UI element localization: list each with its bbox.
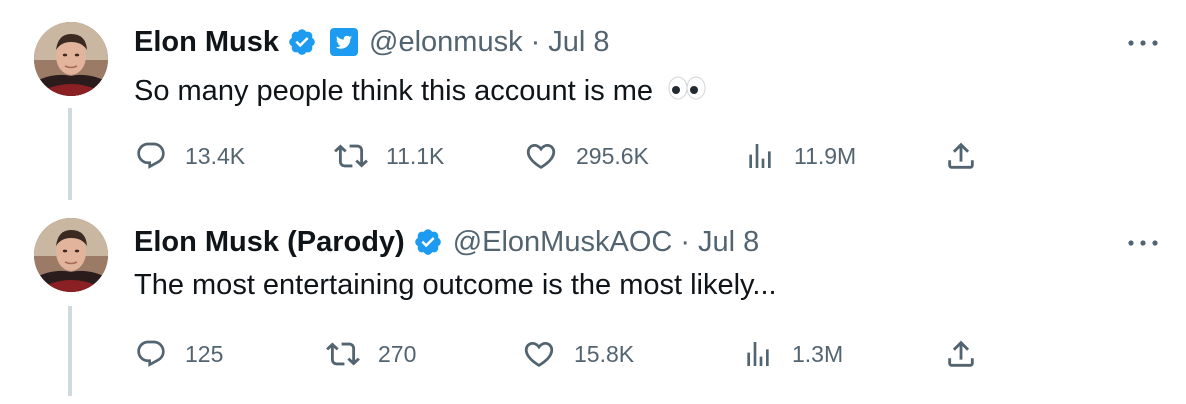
action-bar: 125 270 15.8K 1.3M <box>0 334 1186 374</box>
avatar[interactable] <box>34 22 108 96</box>
views-count: 1.3M <box>792 340 844 367</box>
share-icon <box>944 139 978 173</box>
eyes-emoji-icon <box>667 73 707 111</box>
like-count: 15.8K <box>574 340 635 367</box>
retweet-count: 270 <box>378 340 417 367</box>
twitter-logo-icon <box>329 27 359 57</box>
reply-button[interactable]: 13.4K <box>135 136 245 176</box>
retweet-button[interactable]: 270 <box>326 334 416 374</box>
share-icon <box>944 337 978 371</box>
like-icon <box>524 139 558 173</box>
share-button[interactable] <box>944 136 978 176</box>
tweet-text-content: So many people think this account is me <box>134 75 654 107</box>
reply-icon <box>135 140 167 172</box>
action-bar: 13.4K 11.1K 295.6K 11.9M <box>0 136 1186 176</box>
more-icon[interactable] <box>1126 236 1160 248</box>
tweet-date[interactable]: Jul 8 <box>698 224 759 260</box>
retweet-button[interactable]: 11.1K <box>334 136 444 176</box>
verified-badge-icon <box>413 227 443 257</box>
avatar[interactable] <box>34 218 108 292</box>
reply-count: 125 <box>185 340 224 367</box>
tweet-header: Elon Musk (Parody) @ElonMuskAOC · Jul 8 <box>134 224 759 260</box>
reply-icon <box>135 338 167 370</box>
tweet-header: Elon Musk @elonmusk · Jul 8 <box>134 24 610 60</box>
tweet[interactable]: Elon Musk @elonmusk · Jul 8 So many peop… <box>0 0 1186 200</box>
like-button[interactable]: 15.8K <box>522 334 634 374</box>
share-button[interactable] <box>944 334 978 374</box>
like-count: 295.6K <box>576 142 649 169</box>
like-icon <box>522 337 556 371</box>
tweet-text: So many people think this account is me <box>134 72 707 111</box>
tweet[interactable]: Elon Musk (Parody) @ElonMuskAOC · Jul 8 … <box>0 200 1186 400</box>
separator: · <box>530 26 541 58</box>
tweet-text-content: The most entertaining outcome is the mos… <box>134 269 777 301</box>
reply-count: 13.4K <box>185 142 246 169</box>
retweet-icon <box>334 139 368 173</box>
more-icon[interactable] <box>1126 36 1160 48</box>
tweet-text: The most entertaining outcome is the mos… <box>134 266 777 304</box>
verified-badge-icon <box>287 27 317 57</box>
author-handle[interactable]: @ElonMuskAOC <box>453 224 673 260</box>
author-name[interactable]: Elon Musk (Parody) <box>134 224 405 260</box>
tweet-date[interactable]: Jul 8 <box>548 24 609 60</box>
views-icon <box>744 140 776 172</box>
views-button[interactable]: 1.3M <box>742 334 843 374</box>
views-icon <box>742 338 774 370</box>
reply-button[interactable]: 125 <box>135 334 223 374</box>
like-button[interactable]: 295.6K <box>524 136 649 176</box>
separator: · <box>680 226 690 258</box>
author-name[interactable]: Elon Musk <box>134 24 279 60</box>
retweet-count: 11.1K <box>386 142 445 169</box>
views-count: 11.9M <box>794 142 857 169</box>
views-button[interactable]: 11.9M <box>744 136 856 176</box>
author-handle[interactable]: @elonmusk <box>369 24 523 60</box>
retweet-icon <box>326 337 360 371</box>
